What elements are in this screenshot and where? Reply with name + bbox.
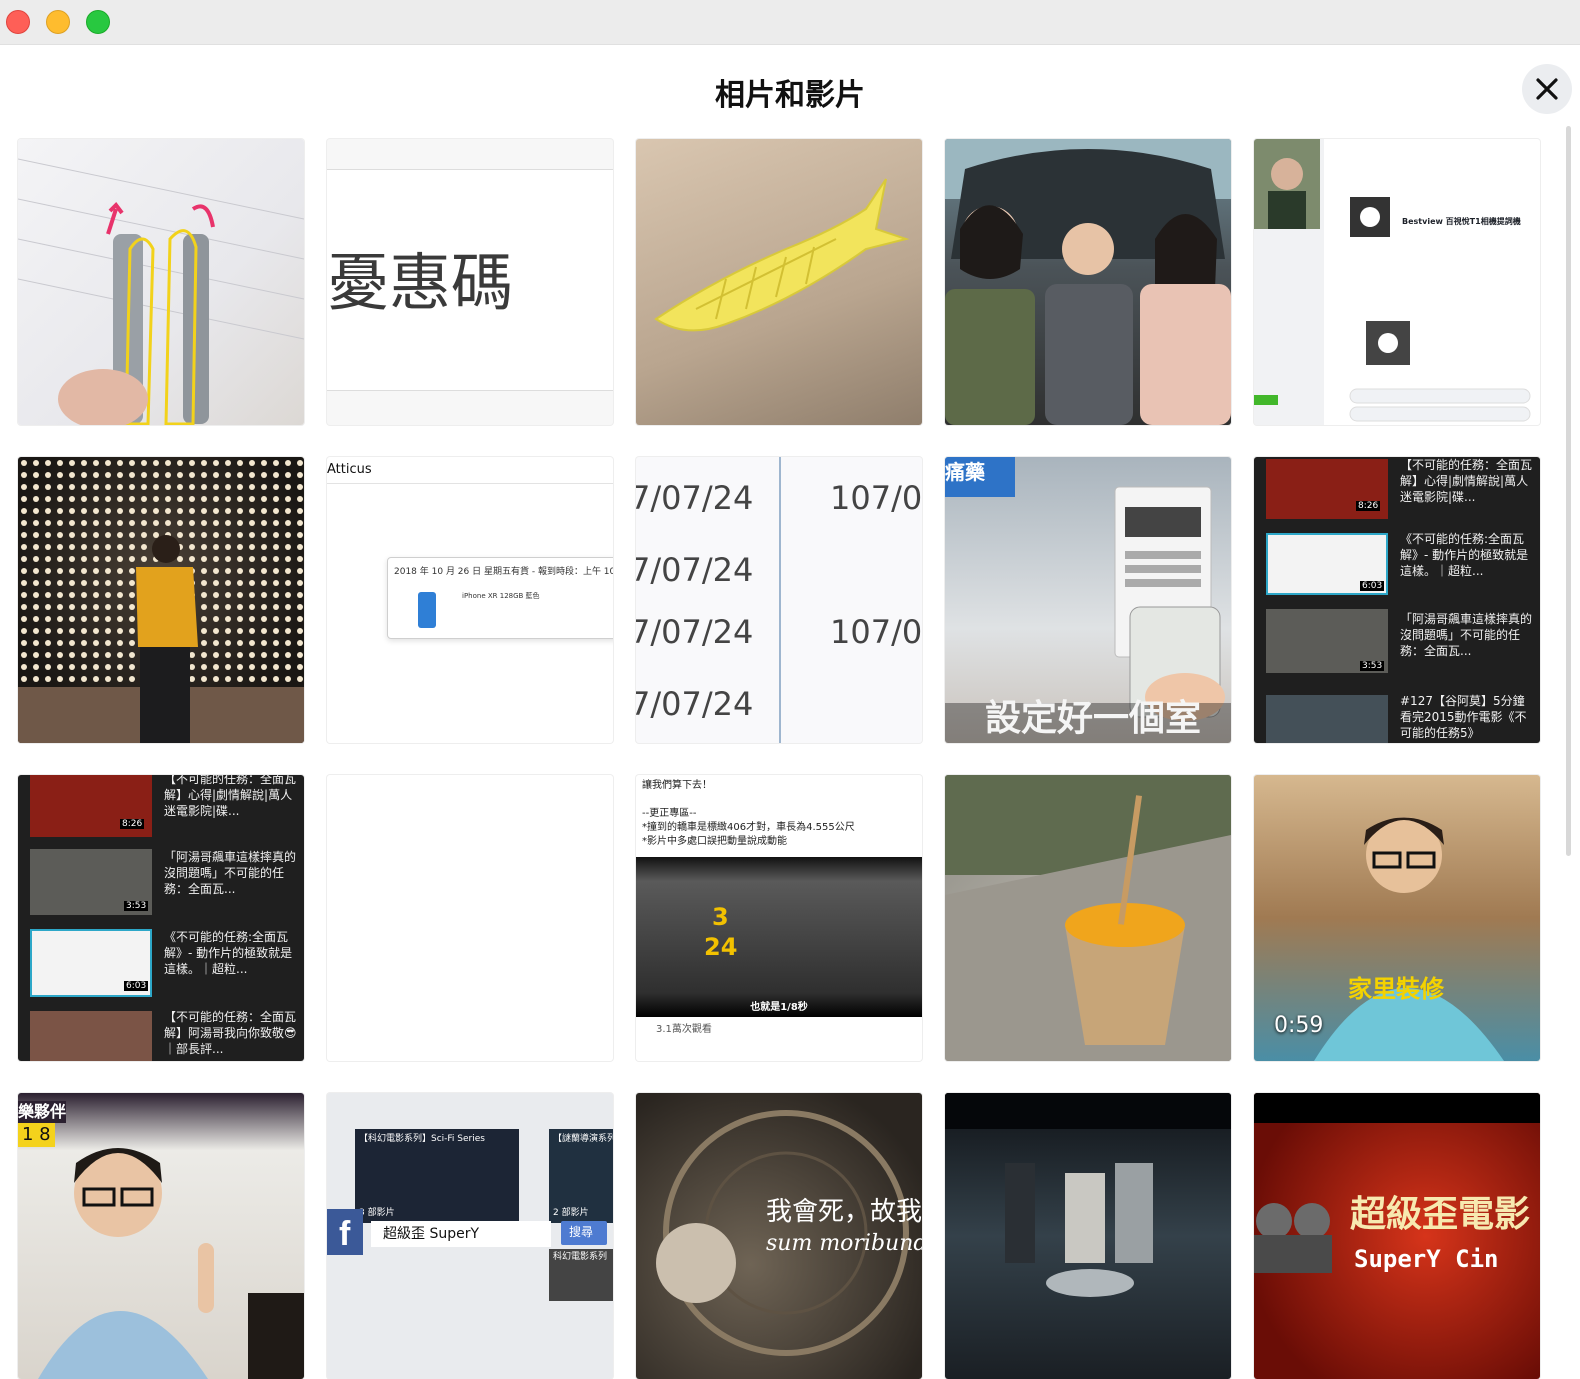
tile-11-title4: 【不可能的任務：全面瓦解】阿湯哥我向你致敬😎｜部長評...	[164, 1010, 297, 1057]
tile-11-title1: 【不可能的任務：全面瓦解】心得|劇情解說|萬人迷電影院|碟...	[164, 775, 297, 819]
tile-13-num2: 24	[704, 933, 738, 961]
tile-5-art	[1254, 139, 1540, 425]
media-tile-2[interactable]: 憂惠碼	[327, 139, 613, 425]
tile-17-series2: 【謎蘭導演系列】	[553, 1134, 613, 1144]
tile-18-text: 我會死，故我	[766, 1197, 922, 1227]
tile-7-card: 2018 年 10 月 26 日 星期五有貨 - 報到時段：上午 10:30 -…	[387, 557, 613, 639]
iphone-icon	[418, 592, 436, 628]
tile-2-text: 憂惠碼	[327, 246, 514, 319]
tile-11-dur1: 8:26	[120, 819, 145, 829]
tile-10-title3: 「阿湯哥飆車這樣摔真的沒問題嗎」不可能的任務：全面瓦...	[1400, 612, 1533, 659]
tile-13-views: 3.1萬次觀看	[656, 1024, 712, 1035]
dialog-title: 相片和影片	[715, 78, 865, 113]
tile-13-video	[636, 857, 922, 1017]
tile-13-line2: --更正專區--	[642, 808, 697, 819]
tile-20-text: 超級歪電影	[1350, 1194, 1531, 1235]
tile-6-art	[18, 457, 304, 743]
tile-10-dur2: 6:03	[1360, 581, 1385, 591]
media-tile-12[interactable]	[327, 775, 613, 1061]
tile-13-line3: *撞到的轎車是標緻406才對，車長為4.555公尺	[642, 822, 855, 833]
window-titlebar	[0, 0, 1580, 45]
media-tile-1[interactable]	[18, 139, 304, 425]
media-tile-17[interactable]: 【科幻電影系列】Sci-Fi Series 3 部影片 【謎蘭導演系列】 2 部…	[327, 1093, 613, 1379]
tile-13-text: 也就是1/8秒	[750, 1002, 808, 1013]
tile-14-art	[945, 775, 1231, 1061]
media-tile-11[interactable]: 8:26 【不可能的任務：全面瓦解】心得|劇情解說|萬人迷電影院|碟... 3:…	[18, 775, 304, 1061]
media-tile-8[interactable]: 7/07/24 7/07/24 7/07/24 7/07/24 107/07 1…	[636, 457, 922, 743]
scrollbar[interactable]	[1566, 126, 1571, 856]
tile-17-text: 超級歪 SuperY	[383, 1226, 480, 1242]
tile-8-date2: 7/07/24	[636, 551, 754, 589]
tile-11-dur3: 6:03	[124, 981, 149, 991]
tile-8-col2-2: 107/07	[830, 613, 922, 651]
media-tile-18[interactable]: 我會死，故我 sum moribund	[636, 1093, 922, 1379]
tile-8-col2-1: 107/07	[830, 479, 922, 517]
tile-10-title2: 《不可能的任務:全面瓦解》- 動作片的極致就是這樣。｜超粒...	[1400, 532, 1529, 579]
tile-3-art	[654, 178, 910, 332]
tile-17-count1: 3 部影片	[359, 1208, 395, 1218]
close-icon	[1536, 78, 1558, 100]
media-tile-6[interactable]	[18, 457, 304, 743]
tile-10-dur1: 8:26	[1356, 501, 1381, 511]
tile-7-divider	[327, 483, 613, 484]
tile-10-title1: 【不可能的任務：全面瓦解】心得|劇情解說|萬人迷電影院|碟...	[1400, 458, 1533, 505]
media-tile-3[interactable]	[636, 139, 922, 425]
tile-15-text: 0:59	[1274, 1013, 1324, 1038]
media-tile-20[interactable]: 超級歪電影 SuperY Cin	[1254, 1093, 1540, 1379]
tile-10-title4: #127【谷阿莫】5分鐘看完2015動作電影《不可能的任務5》	[1400, 694, 1527, 741]
tile-8-divider	[779, 457, 781, 743]
tile-7-text: Atticus	[327, 462, 372, 477]
tile-20-latin: SuperY Cin	[1354, 1245, 1499, 1273]
window-minimize-button[interactable]	[46, 10, 70, 34]
media-tile-14[interactable]	[945, 775, 1231, 1061]
window-close-button[interactable]	[6, 10, 30, 34]
media-tile-16[interactable]: 樂夥伴 1 8	[18, 1093, 304, 1379]
tile-8-date3: 7/07/24	[636, 613, 754, 651]
tile-8-date4: 7/07/24	[636, 685, 754, 723]
media-tile-10[interactable]: 8:26 【不可能的任務：全面瓦解】心得|劇情解說|萬人迷電影院|碟... 6:…	[1254, 457, 1540, 743]
tile-10-thumb-4	[1266, 695, 1388, 743]
tile-8-date1: 7/07/24	[636, 479, 754, 517]
tile-7-date: 2018 年 10 月 26 日 星期五有貨 - 報到時段：上午 10:30 -	[394, 567, 613, 577]
tile-17-sub: 科幻電影系列	[553, 1252, 608, 1262]
tile-11-thumb-4	[30, 1011, 152, 1061]
media-tile-19[interactable]	[945, 1093, 1231, 1379]
media-tile-13[interactable]: 讓我們算下去！ --更正專區-- *撞到的轎車是標緻406才對，車長為4.555…	[636, 775, 922, 1061]
tile-1-art	[18, 158, 304, 425]
tile-17-count2: 2 部影片	[553, 1208, 589, 1218]
tile-5-text: Bestview 百視悅T1相機提詞機	[1402, 217, 1521, 226]
tile-16-tag: 樂夥伴	[18, 1101, 67, 1123]
tile-17-series1: 【科幻電影系列】Sci-Fi Series	[359, 1134, 485, 1144]
media-tile-7[interactable]: Atticus 2018 年 10 月 26 日 星期五有貨 - 報到時段：上午…	[327, 457, 613, 743]
tile-9-text: 設定好一個室	[985, 698, 1202, 739]
tile-15-caption: 家里裝修	[1348, 975, 1444, 1003]
facebook-icon: f	[327, 1209, 363, 1255]
tile-17-search-button: 搜尋	[561, 1221, 607, 1245]
tile-9-tag: 痛藥	[945, 460, 985, 484]
dialog-close-button[interactable]	[1522, 64, 1572, 114]
tile-13-num1: 3	[712, 903, 729, 931]
tile-18-latin: sum moribund	[766, 1231, 922, 1256]
tile-16-art	[38, 1148, 304, 1379]
tile-7-item: iPhone XR 128GB 藍色	[462, 592, 540, 600]
tile-16-text: 1 8	[18, 1123, 55, 1148]
tile-11-dur2: 3:53	[124, 901, 149, 911]
tile-13-line4: *影片中多處口誤把動量說成動能	[642, 836, 787, 847]
tile-11-title2: 「阿湯哥飆車這樣摔真的沒問題嗎」不可能的任務：全面瓦...	[164, 850, 297, 897]
media-tile-9[interactable]: 痛藥 設定好一個室	[945, 457, 1231, 743]
tile-4-art	[945, 139, 1231, 425]
tile-19-art	[945, 1093, 1231, 1297]
media-tile-5[interactable]: Bestview 百視悅T1相機提詞機	[1254, 139, 1540, 425]
tile-11-title3: 《不可能的任務:全面瓦解》- 動作片的極致就是這樣。｜超粒...	[164, 930, 293, 977]
tile-13-line1: 讓我們算下去！	[642, 780, 712, 791]
media-tile-4[interactable]	[945, 139, 1231, 425]
tile-10-dur3: 3:53	[1360, 661, 1385, 671]
media-tile-15[interactable]: 家里裝修 0:59	[1254, 775, 1540, 1061]
window-zoom-button[interactable]	[86, 10, 110, 34]
tile-17-search-label: 搜尋	[569, 1225, 594, 1239]
